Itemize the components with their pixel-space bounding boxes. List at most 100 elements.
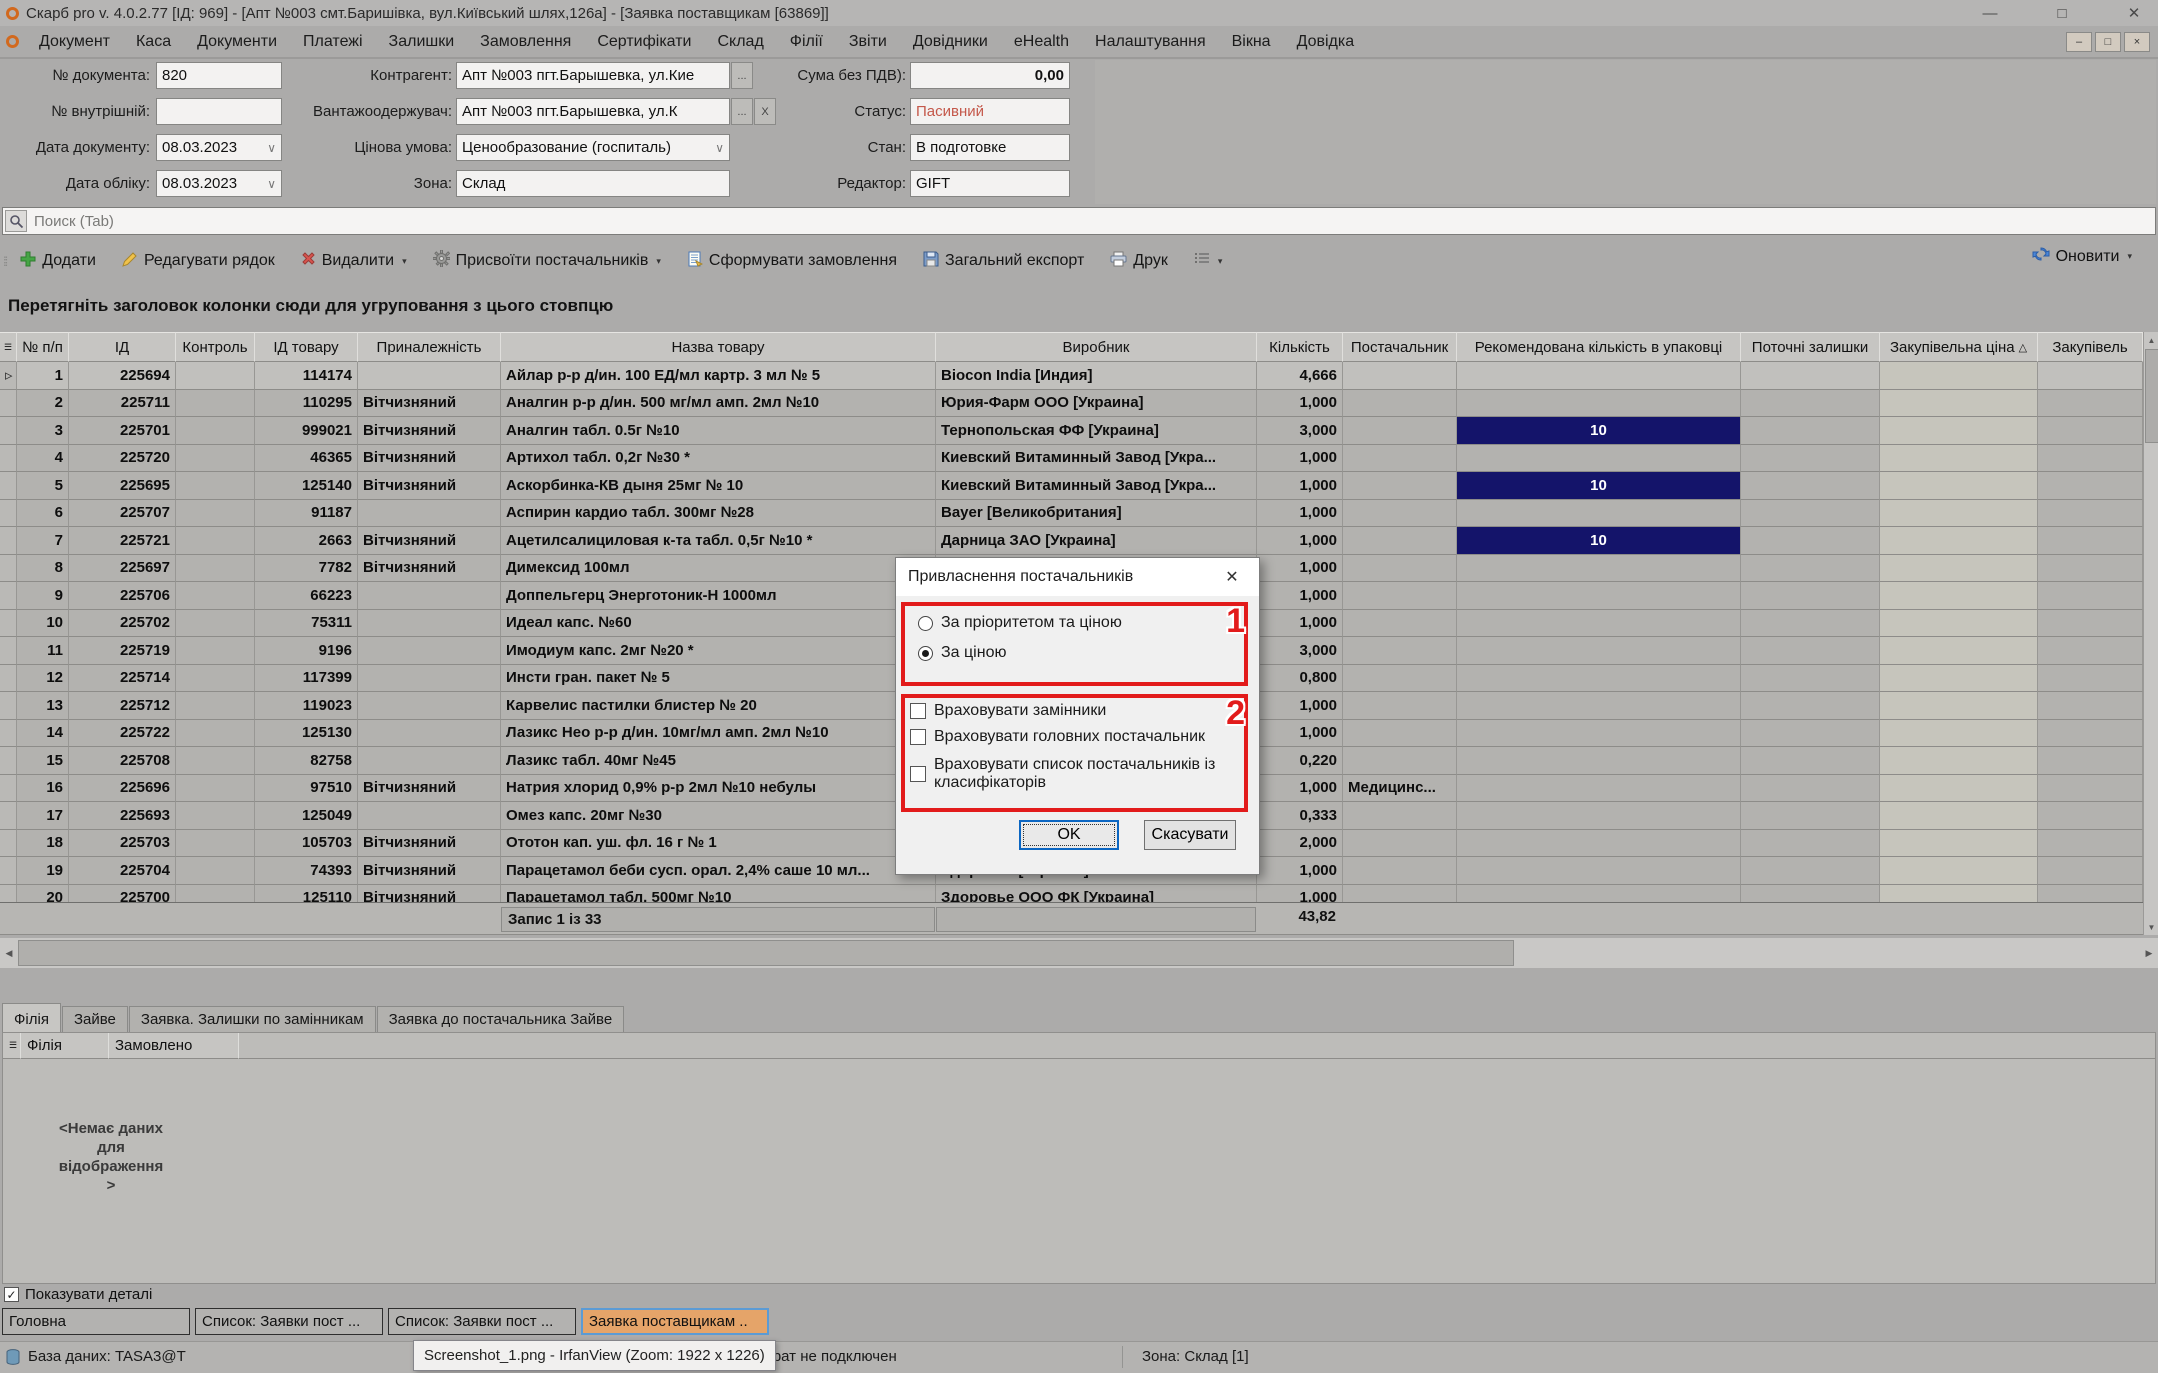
cell-price2[interactable] bbox=[2038, 857, 2143, 885]
cell-control[interactable] bbox=[176, 775, 255, 803]
scroll-left-icon[interactable]: ◀ bbox=[0, 938, 18, 968]
cell-sup[interactable] bbox=[1343, 830, 1457, 858]
menu-item-замовлення[interactable]: Замовлення bbox=[467, 26, 584, 57]
consignee-lookup-button[interactable]: ... bbox=[731, 98, 753, 125]
cell-id[interactable]: 225704 bbox=[69, 857, 176, 885]
cell-sel[interactable] bbox=[0, 857, 17, 885]
cell-n[interactable]: 7 bbox=[17, 527, 69, 555]
cell-sup[interactable] bbox=[1343, 610, 1457, 638]
cell-sup[interactable] bbox=[1343, 747, 1457, 775]
column-header-price2[interactable]: Закупівель bbox=[2038, 332, 2143, 362]
cell-manuf[interactable]: Здоровье ООО ФК [Украина] bbox=[936, 885, 1257, 903]
cell-sel[interactable] bbox=[0, 720, 17, 748]
vertical-scrollbar[interactable]: ▲ ▼ bbox=[2143, 332, 2158, 935]
cell-stock[interactable] bbox=[1741, 830, 1880, 858]
cell-sel[interactable] bbox=[0, 775, 17, 803]
detail-tab-1[interactable]: Філія bbox=[2, 1003, 61, 1032]
cell-price2[interactable] bbox=[2038, 445, 2143, 473]
cancel-button[interactable]: Скасувати bbox=[1144, 820, 1236, 850]
cell-rec[interactable] bbox=[1457, 390, 1741, 418]
cell-qty[interactable]: 1,000 bbox=[1257, 692, 1343, 720]
cell-price[interactable] bbox=[1880, 665, 2038, 693]
checkbox-icon[interactable] bbox=[910, 703, 926, 719]
cell-control[interactable] bbox=[176, 747, 255, 775]
cell-id[interactable]: 225712 bbox=[69, 692, 176, 720]
contragent-lookup-button[interactable]: ... bbox=[731, 62, 753, 89]
cell-id[interactable]: 225695 bbox=[69, 472, 176, 500]
cell-sup[interactable] bbox=[1343, 885, 1457, 903]
window-tab-3[interactable]: Список: Заявки пост ... bbox=[388, 1308, 576, 1335]
menu-item-документи[interactable]: Документи bbox=[184, 26, 290, 57]
cell-n[interactable]: 16 bbox=[17, 775, 69, 803]
cell-id[interactable]: 225694 bbox=[69, 362, 176, 390]
menu-item-налаштування[interactable]: Налаштування bbox=[1082, 26, 1219, 57]
cell-tovar[interactable]: 9196 bbox=[255, 637, 358, 665]
cell-sel[interactable] bbox=[0, 417, 17, 445]
cell-rec[interactable] bbox=[1457, 555, 1741, 583]
cell-n[interactable]: 19 bbox=[17, 857, 69, 885]
cell-name[interactable]: Артихол табл. 0,2г №30 * bbox=[501, 445, 936, 473]
cell-control[interactable] bbox=[176, 665, 255, 693]
cell-price[interactable] bbox=[1880, 637, 2038, 665]
cell-manuf[interactable]: Дарница ЗАО [Украина] bbox=[936, 527, 1257, 555]
cell-sup[interactable] bbox=[1343, 527, 1457, 555]
cell-prin[interactable] bbox=[358, 362, 501, 390]
cell-tovar[interactable]: 2663 bbox=[255, 527, 358, 555]
cell-tovar[interactable]: 125049 bbox=[255, 802, 358, 830]
cell-id[interactable]: 225696 bbox=[69, 775, 176, 803]
cell-tovar[interactable]: 125130 bbox=[255, 720, 358, 748]
menu-item-документ[interactable]: Документ bbox=[26, 26, 123, 57]
scroll-right-icon[interactable]: ▶ bbox=[2140, 938, 2158, 968]
show-details-control[interactable]: ✓ Показувати деталі bbox=[4, 1286, 152, 1303]
cell-rec[interactable]: 10 bbox=[1457, 472, 1741, 500]
cell-name[interactable]: Аналгин р-р д/ин. 500 мг/мл амп. 2мл №10 bbox=[501, 390, 936, 418]
cell-rec[interactable] bbox=[1457, 362, 1741, 390]
cell-price2[interactable] bbox=[2038, 665, 2143, 693]
cell-n[interactable]: 17 bbox=[17, 802, 69, 830]
cell-sel[interactable] bbox=[0, 747, 17, 775]
cell-stock[interactable] bbox=[1741, 802, 1880, 830]
detail-tab-4[interactable]: Заявка до постачальника Зайве bbox=[377, 1006, 625, 1032]
cell-tovar[interactable]: 117399 bbox=[255, 665, 358, 693]
cell-price[interactable] bbox=[1880, 747, 2038, 775]
cell-tovar[interactable]: 125140 bbox=[255, 472, 358, 500]
cell-price2[interactable] bbox=[2038, 775, 2143, 803]
cell-n[interactable]: 6 bbox=[17, 500, 69, 528]
cell-price[interactable] bbox=[1880, 417, 2038, 445]
cell-id[interactable]: 225697 bbox=[69, 555, 176, 583]
cell-price2[interactable] bbox=[2038, 417, 2143, 445]
cell-price2[interactable] bbox=[2038, 692, 2143, 720]
cell-sel[interactable] bbox=[0, 610, 17, 638]
cell-prin[interactable] bbox=[358, 747, 501, 775]
cell-qty[interactable]: 1,000 bbox=[1257, 472, 1343, 500]
cell-id[interactable]: 225722 bbox=[69, 720, 176, 748]
cell-n[interactable]: 15 bbox=[17, 747, 69, 775]
cell-rec[interactable] bbox=[1457, 445, 1741, 473]
cell-stock[interactable] bbox=[1741, 610, 1880, 638]
toolbar-редагувати-button[interactable]: Редагувати рядок bbox=[114, 247, 283, 276]
cell-name[interactable]: Аскорбинка-КВ дыня 25мг № 10 bbox=[501, 472, 936, 500]
cell-rec[interactable] bbox=[1457, 637, 1741, 665]
cell-rec[interactable] bbox=[1457, 720, 1741, 748]
search-bar[interactable] bbox=[2, 207, 2156, 235]
cell-price[interactable] bbox=[1880, 720, 2038, 748]
cell-name[interactable]: Лазикс Нео р-р д/ин. 10мг/мл амп. 2мл №1… bbox=[501, 720, 936, 748]
contragent-field[interactable]: Апт №003 пгт.Барышевка, ул.Кие bbox=[456, 62, 730, 89]
cell-tovar[interactable]: 114174 bbox=[255, 362, 358, 390]
cell-name[interactable]: Аналгин табл. 0.5г №10 bbox=[501, 417, 936, 445]
cell-sup[interactable] bbox=[1343, 857, 1457, 885]
cell-stock[interactable] bbox=[1741, 417, 1880, 445]
table-row[interactable]: 2225711110295ВітчизнянийАналгин р-р д/ин… bbox=[0, 390, 2143, 418]
cell-sel[interactable] bbox=[0, 830, 17, 858]
cell-stock[interactable] bbox=[1741, 362, 1880, 390]
cell-price[interactable] bbox=[1880, 527, 2038, 555]
cell-prin[interactable] bbox=[358, 692, 501, 720]
cell-price[interactable] bbox=[1880, 555, 2038, 583]
detail-column-1[interactable]: Філія bbox=[21, 1033, 109, 1059]
cell-rec[interactable] bbox=[1457, 692, 1741, 720]
cell-stock[interactable] bbox=[1741, 445, 1880, 473]
cell-stock[interactable] bbox=[1741, 500, 1880, 528]
cell-sel[interactable] bbox=[0, 885, 17, 903]
cell-prin[interactable]: Вітчизняний bbox=[358, 390, 501, 418]
window-tab-4[interactable]: Заявка поставщикам .. bbox=[581, 1308, 769, 1335]
